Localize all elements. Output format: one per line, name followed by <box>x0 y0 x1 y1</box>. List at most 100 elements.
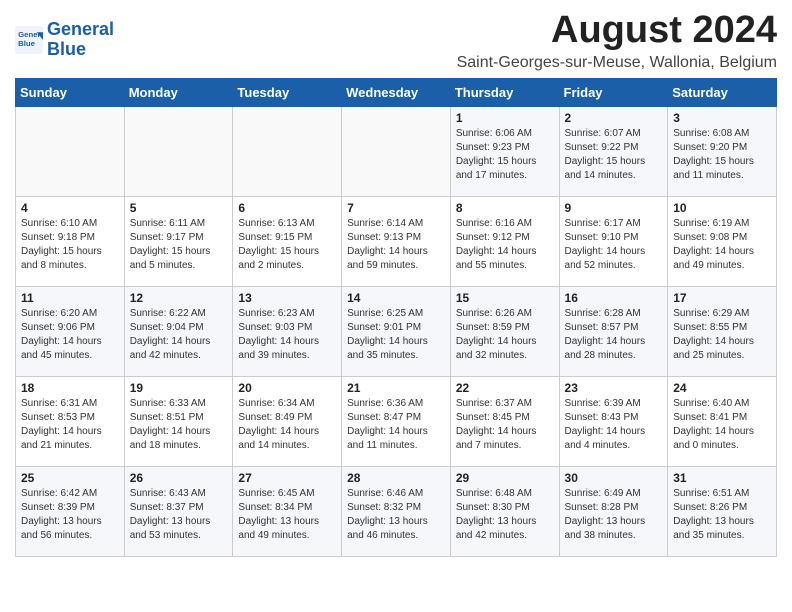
day-info: Sunrise: 6:14 AM Sunset: 9:13 PM Dayligh… <box>347 217 445 273</box>
day-cell: 12Sunrise: 6:22 AM Sunset: 9:04 PM Dayli… <box>124 286 233 376</box>
logo-text: General Blue <box>47 20 114 60</box>
day-cell: 4 Sunrise: 6:10 AM Sunset: 9:18 PM Daylig… <box>16 196 125 286</box>
day-info: Sunrise: 6:48 AM Sunset: 8:30 PM Dayligh… <box>456 487 554 543</box>
calendar-table: SundayMondayTuesdayWednesdayThursdayFrid… <box>15 78 777 557</box>
day-cell <box>342 106 451 196</box>
day-info: Sunrise: 6:07 AM Sunset: 9:22 PM Dayligh… <box>565 127 663 183</box>
day-info: Sunrise: 6:16 AM Sunset: 9:12 PM Dayligh… <box>456 217 554 273</box>
day-cell: 9 Sunrise: 6:17 AM Sunset: 9:10 PM Daylig… <box>559 196 668 286</box>
day-cell: 11 Sunrise: 6:20 AM Sunset: 9:06 PM Dayli… <box>16 286 125 376</box>
day-info: Sunrise: 6:37 AM Sunset: 8:45 PM Dayligh… <box>456 397 554 453</box>
day-number: 8 <box>456 201 554 215</box>
header: General Blue General Blue August 2024 Sa… <box>15 10 777 72</box>
day-info: Sunrise: 6:13 AM Sunset: 9:15 PM Dayligh… <box>238 217 336 273</box>
day-cell: 8 Sunrise: 6:16 AM Sunset: 9:12 PM Daylig… <box>450 196 559 286</box>
day-cell <box>124 106 233 196</box>
day-cell: 2Sunrise: 6:07 AM Sunset: 9:22 PM Daylig… <box>559 106 668 196</box>
day-cell: 13 Sunrise: 6:23 AM Sunset: 9:03 PM Dayli… <box>233 286 342 376</box>
day-info: Sunrise: 6:19 AM Sunset: 9:08 PM Dayligh… <box>673 217 771 273</box>
week-row-2: 4 Sunrise: 6:10 AM Sunset: 9:18 PM Daylig… <box>16 196 777 286</box>
day-info: Sunrise: 6:31 AM Sunset: 8:53 PM Dayligh… <box>21 397 119 453</box>
day-info: Sunrise: 6:33 AM Sunset: 8:51 PM Dayligh… <box>130 397 228 453</box>
week-row-4: 18 Sunrise: 6:31 AM Sunset: 8:53 PM Dayli… <box>16 376 777 466</box>
day-cell: 3Sunrise: 6:08 AM Sunset: 9:20 PM Daylig… <box>668 106 777 196</box>
day-cell: 20 Sunrise: 6:34 AM Sunset: 8:49 PM Dayli… <box>233 376 342 466</box>
day-cell: 30 Sunrise: 6:49 AM Sunset: 8:28 PM Dayli… <box>559 466 668 556</box>
day-cell: 18 Sunrise: 6:31 AM Sunset: 8:53 PM Dayli… <box>16 376 125 466</box>
day-number: 1 <box>456 111 554 125</box>
day-number: 9 <box>565 201 663 215</box>
logo: General Blue General Blue <box>15 20 114 60</box>
day-cell <box>233 106 342 196</box>
day-number: 16 <box>565 291 663 305</box>
day-cell: 23 Sunrise: 6:39 AM Sunset: 8:43 PM Dayli… <box>559 376 668 466</box>
day-info: Sunrise: 6:06 AM Sunset: 9:23 PM Dayligh… <box>456 127 554 183</box>
day-cell: 29 Sunrise: 6:48 AM Sunset: 8:30 PM Dayli… <box>450 466 559 556</box>
day-number: 19 <box>130 381 228 395</box>
day-cell: 15Sunrise: 6:26 AM Sunset: 8:59 PM Dayli… <box>450 286 559 376</box>
location: Saint-Georges-sur-Meuse, Wallonia, Belgi… <box>457 54 777 72</box>
day-info: Sunrise: 6:17 AM Sunset: 9:10 PM Dayligh… <box>565 217 663 273</box>
day-number: 18 <box>21 381 119 395</box>
day-cell: 19 Sunrise: 6:33 AM Sunset: 8:51 PM Dayli… <box>124 376 233 466</box>
weekday-header-row: SundayMondayTuesdayWednesdayThursdayFrid… <box>16 78 777 106</box>
day-number: 4 <box>21 201 119 215</box>
day-info: Sunrise: 6:20 AM Sunset: 9:06 PM Dayligh… <box>21 307 119 363</box>
day-cell: 27Sunrise: 6:45 AM Sunset: 8:34 PM Dayli… <box>233 466 342 556</box>
day-number: 21 <box>347 381 445 395</box>
day-number: 24 <box>673 381 771 395</box>
day-number: 11 <box>21 291 119 305</box>
day-number: 6 <box>238 201 336 215</box>
day-cell: 21 Sunrise: 6:36 AM Sunset: 8:47 PM Dayli… <box>342 376 451 466</box>
day-info: Sunrise: 6:39 AM Sunset: 8:43 PM Dayligh… <box>565 397 663 453</box>
day-info: Sunrise: 6:46 AM Sunset: 8:32 PM Dayligh… <box>347 487 445 543</box>
day-cell: 22Sunrise: 6:37 AM Sunset: 8:45 PM Dayli… <box>450 376 559 466</box>
week-row-3: 11 Sunrise: 6:20 AM Sunset: 9:06 PM Dayli… <box>16 286 777 376</box>
day-cell: 25Sunrise: 6:42 AM Sunset: 8:39 PM Dayli… <box>16 466 125 556</box>
day-info: Sunrise: 6:29 AM Sunset: 8:55 PM Dayligh… <box>673 307 771 363</box>
day-cell: 16Sunrise: 6:28 AM Sunset: 8:57 PM Dayli… <box>559 286 668 376</box>
day-cell: 14 Sunrise: 6:25 AM Sunset: 9:01 PM Dayli… <box>342 286 451 376</box>
day-cell: 5 Sunrise: 6:11 AM Sunset: 9:17 PM Daylig… <box>124 196 233 286</box>
day-cell: 6 Sunrise: 6:13 AM Sunset: 9:15 PM Daylig… <box>233 196 342 286</box>
day-info: Sunrise: 6:22 AM Sunset: 9:04 PM Dayligh… <box>130 307 228 363</box>
day-info: Sunrise: 6:51 AM Sunset: 8:26 PM Dayligh… <box>673 487 771 543</box>
day-cell: 10Sunrise: 6:19 AM Sunset: 9:08 PM Dayli… <box>668 196 777 286</box>
day-number: 23 <box>565 381 663 395</box>
day-number: 28 <box>347 471 445 485</box>
day-info: Sunrise: 6:10 AM Sunset: 9:18 PM Dayligh… <box>21 217 119 273</box>
day-cell <box>16 106 125 196</box>
day-number: 20 <box>238 381 336 395</box>
day-info: Sunrise: 6:11 AM Sunset: 9:17 PM Dayligh… <box>130 217 228 273</box>
day-number: 13 <box>238 291 336 305</box>
weekday-header-saturday: Saturday <box>668 78 777 106</box>
week-row-1: 1 Sunrise: 6:06 AM Sunset: 9:23 PM Daylig… <box>16 106 777 196</box>
day-cell: 24 Sunrise: 6:40 AM Sunset: 8:41 PM Dayli… <box>668 376 777 466</box>
day-cell: 26Sunrise: 6:43 AM Sunset: 8:37 PM Dayli… <box>124 466 233 556</box>
day-number: 17 <box>673 291 771 305</box>
day-cell: 1 Sunrise: 6:06 AM Sunset: 9:23 PM Daylig… <box>450 106 559 196</box>
day-info: Sunrise: 6:40 AM Sunset: 8:41 PM Dayligh… <box>673 397 771 453</box>
day-info: Sunrise: 6:34 AM Sunset: 8:49 PM Dayligh… <box>238 397 336 453</box>
logo-line1: General <box>47 19 114 39</box>
day-cell: 17 Sunrise: 6:29 AM Sunset: 8:55 PM Dayli… <box>668 286 777 376</box>
day-number: 5 <box>130 201 228 215</box>
day-cell: 28 Sunrise: 6:46 AM Sunset: 8:32 PM Dayli… <box>342 466 451 556</box>
logo-icon: General Blue <box>15 26 43 54</box>
day-number: 15 <box>456 291 554 305</box>
day-cell: 7Sunrise: 6:14 AM Sunset: 9:13 PM Daylig… <box>342 196 451 286</box>
day-info: Sunrise: 6:49 AM Sunset: 8:28 PM Dayligh… <box>565 487 663 543</box>
day-info: Sunrise: 6:23 AM Sunset: 9:03 PM Dayligh… <box>238 307 336 363</box>
title-block: August 2024 Saint-Georges-sur-Meuse, Wal… <box>457 10 777 72</box>
month-year: August 2024 <box>457 10 777 52</box>
logo-line2: Blue <box>47 39 86 59</box>
weekday-header-tuesday: Tuesday <box>233 78 342 106</box>
day-number: 30 <box>565 471 663 485</box>
day-info: Sunrise: 6:36 AM Sunset: 8:47 PM Dayligh… <box>347 397 445 453</box>
weekday-header-friday: Friday <box>559 78 668 106</box>
day-number: 14 <box>347 291 445 305</box>
week-row-5: 25Sunrise: 6:42 AM Sunset: 8:39 PM Dayli… <box>16 466 777 556</box>
day-info: Sunrise: 6:25 AM Sunset: 9:01 PM Dayligh… <box>347 307 445 363</box>
day-number: 29 <box>456 471 554 485</box>
day-number: 25 <box>21 471 119 485</box>
